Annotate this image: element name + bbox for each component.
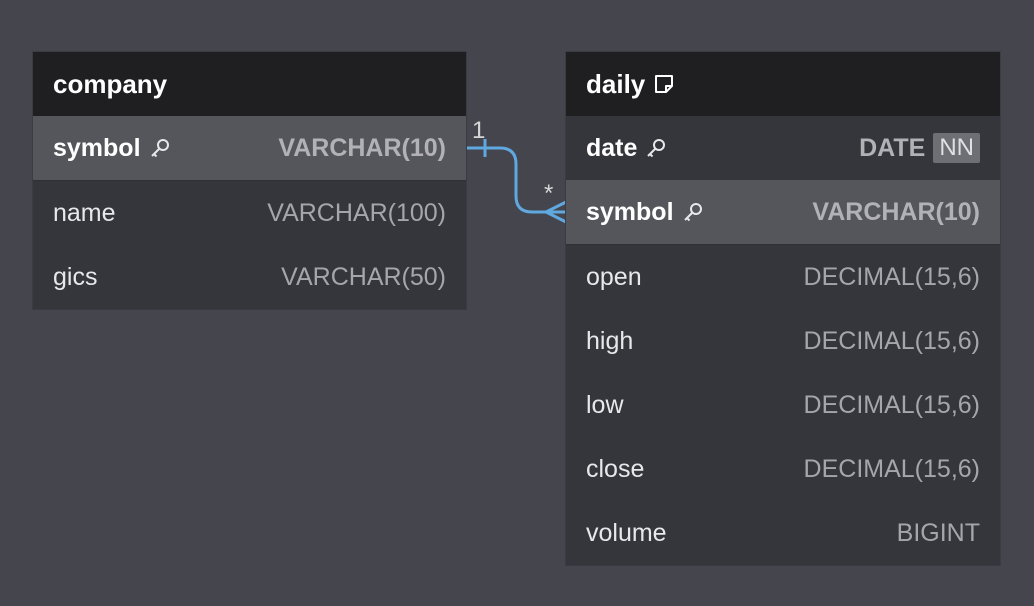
column-row-date[interactable]: date DATE NN	[566, 116, 1000, 180]
key-icon	[149, 137, 171, 159]
column-type: DECIMAL(15,6)	[803, 262, 980, 291]
column-row-close[interactable]: close DECIMAL(15,6)	[566, 437, 1000, 501]
table-header-company[interactable]: company	[33, 52, 466, 116]
column-row-name[interactable]: name VARCHAR(100)	[33, 181, 466, 245]
column-type: VARCHAR(100)	[267, 198, 446, 227]
not-null-badge: NN	[933, 133, 980, 163]
column-row-symbol[interactable]: symbol VARCHAR(10)	[33, 116, 466, 180]
column-name: symbol	[53, 133, 141, 162]
key-icon	[682, 201, 704, 223]
cardinality-many-label: *	[544, 180, 554, 207]
key-icon	[645, 137, 667, 159]
column-row-low[interactable]: low DECIMAL(15,6)	[566, 373, 1000, 437]
column-name: gics	[53, 262, 98, 291]
column-type: BIGINT	[896, 518, 980, 547]
column-name: symbol	[586, 197, 674, 226]
column-name: volume	[586, 518, 667, 547]
column-name: name	[53, 198, 116, 227]
table-title: company	[53, 68, 168, 99]
column-type: VARCHAR(10)	[812, 197, 980, 226]
column-type: DECIMAL(15,6)	[803, 390, 980, 419]
column-row-symbol[interactable]: symbol VARCHAR(10)	[566, 180, 1000, 244]
cardinality-one-label: 1	[472, 117, 486, 144]
column-name: high	[586, 326, 634, 355]
column-name: low	[586, 390, 624, 419]
column-row-volume[interactable]: volume BIGINT	[566, 501, 1000, 565]
table-company[interactable]: company symbol VARCHAR(10) name VARCHAR(…	[33, 52, 466, 309]
column-name: open	[586, 262, 642, 291]
note-icon[interactable]	[653, 73, 675, 95]
table-header-daily[interactable]: daily	[566, 52, 1000, 116]
column-type-text: DATE	[859, 133, 926, 162]
column-row-open[interactable]: open DECIMAL(15,6)	[566, 245, 1000, 309]
column-type: DATE NN	[859, 133, 980, 163]
column-name: date	[586, 133, 638, 162]
table-daily[interactable]: daily date DATE NN symbol VARCHAR(10) op…	[566, 52, 1000, 565]
column-name: close	[586, 454, 645, 483]
column-row-gics[interactable]: gics VARCHAR(50)	[33, 245, 466, 309]
column-type: DECIMAL(15,6)	[803, 326, 980, 355]
column-type: DECIMAL(15,6)	[803, 454, 980, 483]
column-type: VARCHAR(10)	[278, 133, 446, 162]
column-row-high[interactable]: high DECIMAL(15,6)	[566, 309, 1000, 373]
column-type: VARCHAR(50)	[281, 262, 446, 291]
table-title: daily	[586, 68, 646, 99]
